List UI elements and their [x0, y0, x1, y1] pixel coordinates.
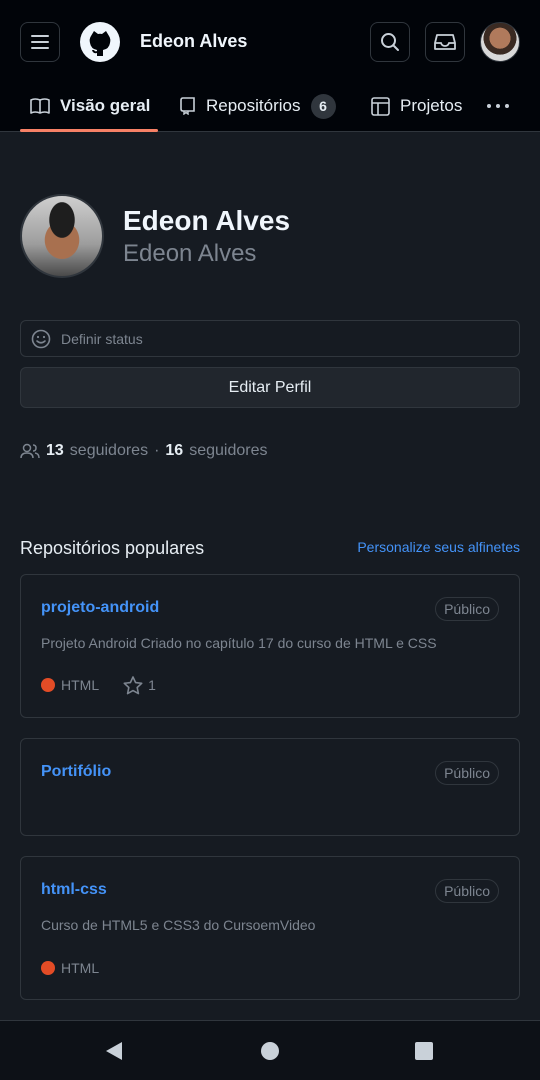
set-status-button[interactable]: Definir status [20, 320, 520, 357]
visibility-badge: Público [435, 597, 499, 621]
smiley-icon [31, 329, 51, 348]
tab-overview-label: Visão geral [60, 96, 151, 115]
tab-repositories[interactable]: Repositórios 6 [180, 80, 336, 132]
top-bar: Edeon Alves Visão geral Repositórios 6 P… [0, 0, 540, 132]
status-placeholder: Definir status [61, 330, 143, 347]
repo-name-link[interactable]: projeto-android [41, 599, 159, 617]
repo-count-badge: 6 [310, 93, 336, 119]
visibility-badge: Público [435, 879, 499, 903]
book-icon [30, 98, 50, 114]
menu-button[interactable] [20, 22, 60, 62]
dot-icon [505, 104, 509, 108]
customize-pins-link[interactable]: Personalize seus alfinetes [357, 539, 520, 555]
repo-language: HTML [61, 677, 100, 693]
tab-repositories-label: Repositórios [206, 96, 301, 115]
profile-login: Edeon Alves [123, 240, 257, 267]
star-count: 1 [148, 677, 156, 693]
visibility-badge: Público [435, 761, 499, 785]
search-button[interactable] [370, 22, 410, 62]
following-label[interactable]: seguidores [189, 442, 267, 460]
table-icon [371, 96, 390, 116]
profile-name: Edeon Alves [123, 205, 291, 236]
recents-square-icon [415, 1042, 433, 1060]
repo-meta: HTML [41, 958, 99, 978]
inbox-icon [434, 34, 456, 50]
system-navigation-bar [0, 1020, 540, 1080]
github-logo[interactable] [80, 22, 120, 62]
repo-description: Projeto Android Criado no capítulo 17 do… [41, 635, 437, 651]
repo-meta: HTML 1 [41, 675, 156, 695]
language-color-dot [41, 678, 55, 692]
repo-name-link[interactable]: Portifólio [41, 763, 111, 781]
following-count[interactable]: 16 [165, 442, 183, 460]
header-user-name[interactable]: Edeon Alves [140, 31, 247, 52]
back-button[interactable] [102, 1039, 126, 1063]
popular-repos-title: Repositórios populares [20, 538, 205, 558]
recents-button[interactable] [412, 1039, 436, 1063]
language-color-dot [41, 961, 55, 975]
repo-card: Portifólio Público [20, 738, 520, 836]
menu-icon [31, 35, 49, 49]
dot-icon [487, 104, 491, 108]
followers-separator: · [154, 442, 160, 459]
repo-name-link[interactable]: html-css [41, 881, 107, 899]
followers-count[interactable]: 13 [46, 442, 64, 460]
repo-description: Curso de HTML5 e CSS3 do CursoemVideo [41, 917, 316, 933]
followers-row: 13 seguidores · 16 seguidores [20, 440, 267, 462]
inbox-button[interactable] [425, 22, 465, 62]
active-tab-indicator [20, 129, 158, 132]
profile-avatar[interactable] [20, 194, 104, 278]
people-icon [20, 443, 40, 459]
repo-language: HTML [61, 960, 100, 976]
tab-projects-label: Projetos [400, 96, 463, 115]
home-circle-icon [261, 1042, 279, 1060]
back-triangle-icon [106, 1042, 122, 1060]
more-tabs-button[interactable] [487, 80, 509, 132]
edit-profile-button[interactable]: Editar Perfil [20, 367, 520, 408]
repo-icon [180, 97, 195, 115]
repo-card: projeto-android Público Projeto Android … [20, 574, 520, 718]
dot-icon [496, 104, 500, 108]
profile-tabs: Visão geral Repositórios 6 Projetos [0, 80, 540, 132]
stars-link[interactable]: 1 [123, 675, 156, 695]
search-icon [381, 33, 399, 51]
top-bar-row: Edeon Alves [0, 22, 540, 62]
avatar[interactable] [480, 22, 520, 62]
home-button[interactable] [258, 1039, 282, 1063]
tab-projects[interactable]: Projetos [371, 80, 462, 132]
tab-overview[interactable]: Visão geral [30, 80, 150, 132]
repo-card: html-css Público Curso de HTML5 e CSS3 d… [20, 856, 520, 1000]
github-logo-icon [80, 22, 120, 62]
star-icon [123, 675, 143, 694]
followers-label[interactable]: seguidores [70, 442, 148, 460]
